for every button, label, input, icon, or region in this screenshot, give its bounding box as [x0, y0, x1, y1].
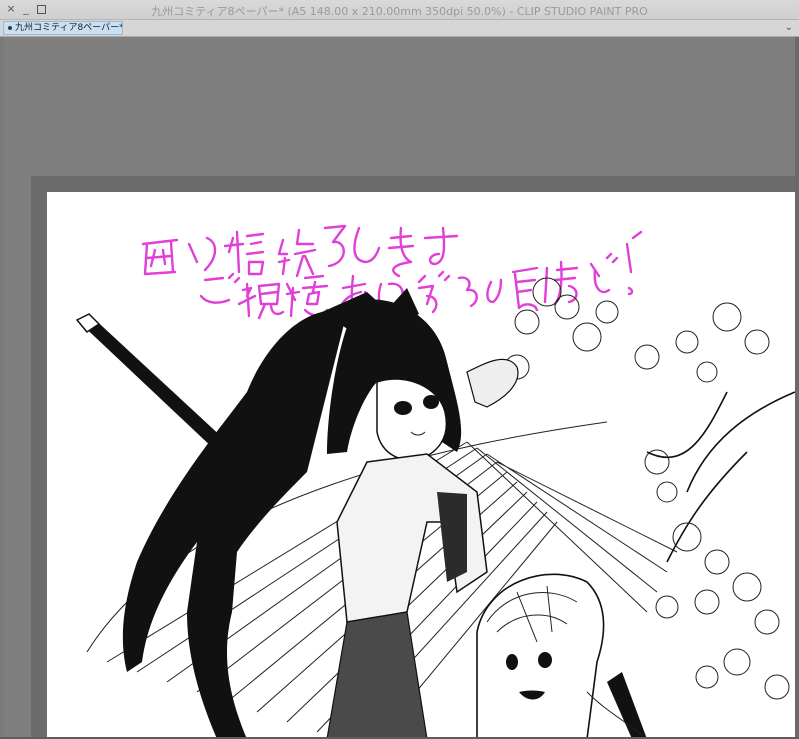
tab-menu-chevron-icon[interactable]: ⌄	[785, 22, 793, 33]
window-title: 九州コミティア8ペーパー* (A5 148.00 x 210.00mm 350d…	[151, 5, 648, 18]
document-tab-bar: 九州コミティア8ペーパー* ⌄	[0, 20, 799, 37]
unsaved-dot-icon	[8, 25, 12, 30]
illustration	[75, 224, 795, 739]
tab-document[interactable]: 九州コミティア8ペーパー*	[3, 21, 123, 35]
workspace-right-edge	[795, 37, 799, 737]
tab-label: 九州コミティア8ペーパー*	[15, 23, 123, 33]
drawing-canvas[interactable]	[47, 192, 795, 739]
sword-illustration	[75, 313, 225, 450]
boy-character	[476, 573, 648, 739]
title-bar: × _ 九州コミティア8ペーパー* (A5 148.00 x 210.00mm …	[0, 0, 799, 20]
